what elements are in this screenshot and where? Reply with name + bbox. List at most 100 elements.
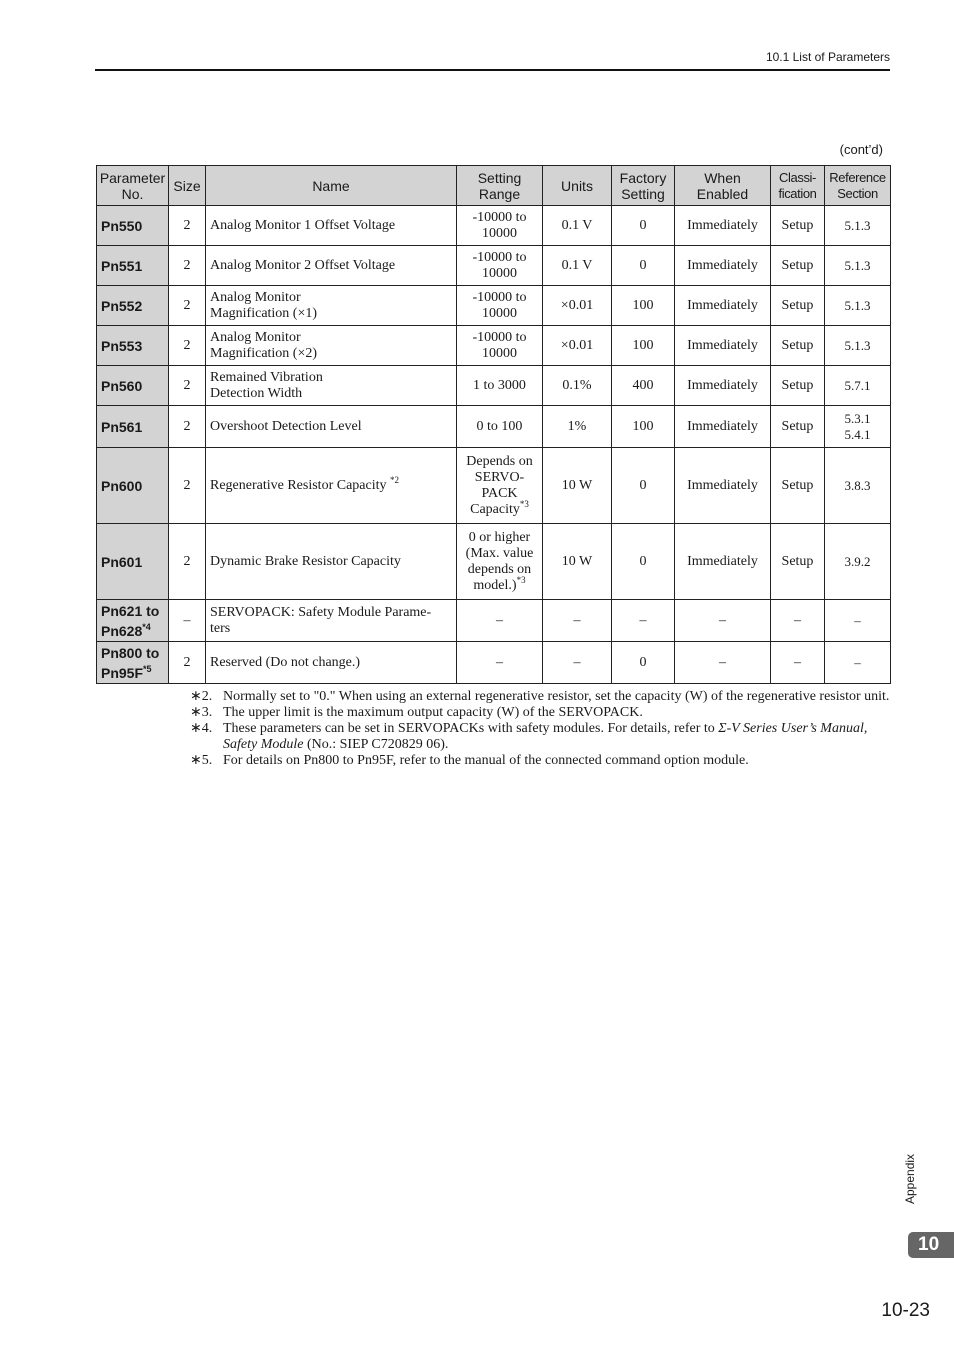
- col-header-param-no: Parameter No.: [96, 165, 169, 206]
- reference-section-cell: 5.3.1 5.4.1: [824, 405, 891, 448]
- footnote-4: ∗4. These parameters can be set in SERVO…: [190, 721, 890, 753]
- name-cell: Analog Monitor Magnification (×2): [205, 325, 457, 366]
- section-side-label: Appendix: [903, 1153, 917, 1204]
- name-cell: Reserved (Do not change.): [205, 641, 457, 684]
- units-cell: ×0.01: [542, 285, 612, 326]
- size-cell: 2: [168, 523, 206, 600]
- size-cell: 2: [168, 447, 206, 524]
- reference-section-cell: –: [824, 641, 891, 684]
- classification-cell: Setup: [770, 365, 825, 406]
- size-cell: 2: [168, 365, 206, 406]
- units-cell: –: [542, 641, 612, 684]
- footnote-3: ∗3. The upper limit is the maximum outpu…: [190, 705, 890, 721]
- setting-range-cell: -10000 to 10000: [456, 245, 543, 286]
- table-row: Pn601 2 Dynamic Brake Resistor Capacity 0 o…: [96, 523, 891, 600]
- table-header-row: Parameter No. Size Name Setting Range Unit…: [96, 165, 891, 206]
- classification-cell: Setup: [770, 325, 825, 366]
- setting-range-cell: -10000 to 10000: [456, 285, 543, 326]
- classification-cell: Setup: [770, 285, 825, 326]
- reference-section-cell: 3.9.2: [824, 523, 891, 600]
- factory-setting-cell: 0: [611, 205, 675, 246]
- units-cell: 0.1%: [542, 365, 612, 406]
- col-header-classification: Classi-fication: [770, 165, 825, 206]
- units-cell: 1%: [542, 405, 612, 448]
- chapter-tab[interactable]: 10: [908, 1232, 954, 1258]
- table-row: Pn800 to Pn95F*5 2 Reserved (Do not change.…: [96, 641, 891, 684]
- table-row: Pn560 2 Remained Vibration Detection Width 1…: [96, 365, 891, 406]
- factory-setting-cell: –: [611, 599, 675, 642]
- factory-setting-cell: 100: [611, 285, 675, 326]
- footnote-text: For details on Pn800 to Pn95F, refer to …: [223, 753, 749, 768]
- classification-cell: Setup: [770, 523, 825, 600]
- param-no-cell: Pn553: [96, 325, 169, 366]
- setting-range-cell: -10000 to 10000: [456, 325, 543, 366]
- name-cell: SERVOPACK: Safety Module Parame-ters: [205, 599, 457, 642]
- size-cell: –: [168, 599, 206, 642]
- param-no-cell: Pn552: [96, 285, 169, 326]
- factory-setting-cell: 0: [611, 641, 675, 684]
- page-number: 10-23: [881, 1300, 930, 1321]
- col-header-setting-range: Setting Range: [456, 165, 543, 206]
- reference-section-cell: 5.1.3: [824, 205, 891, 246]
- header-rule: [95, 69, 890, 71]
- footnote-text: The upper limit is the maximum output ca…: [223, 705, 643, 720]
- classification-cell: –: [770, 599, 825, 642]
- footnote-text: These parameters can be set in SERVOPACK…: [223, 721, 868, 752]
- continued-label: (cont’d): [839, 142, 883, 157]
- when-enabled-cell: Immediately: [674, 245, 771, 286]
- table-row: Pn552 2 Analog Monitor Magnification (×1) -1…: [96, 285, 891, 326]
- factory-setting-cell: 100: [611, 405, 675, 448]
- units-cell: 0.1 V: [542, 205, 612, 246]
- setting-range-cell: –: [456, 641, 543, 684]
- when-enabled-cell: Immediately: [674, 405, 771, 448]
- footnote-2: ∗2. Normally set to "0." When using an e…: [190, 689, 890, 705]
- table-row: Pn621 to Pn628*4– SERVOPACK: Safety Module…: [96, 599, 891, 642]
- name-cell: Analog Monitor 2 Offset Voltage: [205, 245, 457, 286]
- classification-cell: Setup: [770, 245, 825, 286]
- footnote-mark: ∗5.: [190, 753, 213, 768]
- name-cell: Overshoot Detection Level: [205, 405, 457, 448]
- col-header-name: Name: [205, 165, 457, 206]
- footnotes: ∗2. Normally set to "0." When using an e…: [190, 689, 890, 769]
- param-no-cell: Pn601: [96, 523, 169, 600]
- setting-range-cell: -10000 to 10000: [456, 205, 543, 246]
- size-cell: 2: [168, 285, 206, 326]
- size-cell: 2: [168, 205, 206, 246]
- table-row: Pn561 2 Overshoot Detection Level 0 to 100 1…: [96, 405, 891, 448]
- footnote-5: ∗5. For details on Pn800 to Pn95F, refer…: [190, 753, 890, 769]
- param-no-cell: Pn560: [96, 365, 169, 406]
- table-row: Pn600 2 Regenerative Resistor Capacity *2 D…: [96, 447, 891, 524]
- col-header-factory-setting: Factory Setting: [611, 165, 675, 206]
- footnote-text: Normally set to "0." When using an exter…: [223, 689, 890, 704]
- reference-section-cell: 5.1.3: [824, 325, 891, 366]
- reference-section-cell: –: [824, 599, 891, 642]
- param-no-cell: Pn551: [96, 245, 169, 286]
- table-row: Pn551 2 Analog Monitor 2 Offset Voltage -10…: [96, 245, 891, 286]
- param-no-cell: Pn561: [96, 405, 169, 448]
- when-enabled-cell: Immediately: [674, 325, 771, 366]
- name-cell: Analog Monitor 1 Offset Voltage: [205, 205, 457, 246]
- units-cell: 10 W: [542, 523, 612, 600]
- running-header: 10.1 List of Parameters: [765, 50, 890, 64]
- param-no-cell: Pn621 to Pn628*4: [96, 599, 169, 642]
- setting-range-cell: 0 or higher (Max. value depends on model.)*…: [456, 523, 543, 600]
- reference-section-cell: 3.8.3: [824, 447, 891, 524]
- setting-range-cell: –: [456, 599, 543, 642]
- factory-setting-cell: 100: [611, 325, 675, 366]
- factory-setting-cell: 400: [611, 365, 675, 406]
- size-cell: 2: [168, 245, 206, 286]
- factory-setting-cell: 0: [611, 523, 675, 600]
- name-cell: Analog Monitor Magnification (×1): [205, 285, 457, 326]
- when-enabled-cell: Immediately: [674, 205, 771, 246]
- units-cell: –: [542, 599, 612, 642]
- when-enabled-cell: Immediately: [674, 285, 771, 326]
- factory-setting-cell: 0: [611, 447, 675, 524]
- footnote-mark: ∗4.: [190, 721, 213, 736]
- size-cell: 2: [168, 641, 206, 684]
- when-enabled-cell: Immediately: [674, 523, 771, 600]
- units-cell: 0.1 V: [542, 245, 612, 286]
- setting-range-cell: 1 to 3000: [456, 365, 543, 406]
- param-no-cell: Pn800 to Pn95F*5: [96, 641, 169, 684]
- table-row: Pn553 2 Analog Monitor Magnification (×2) -1…: [96, 325, 891, 366]
- units-cell: 10 W: [542, 447, 612, 524]
